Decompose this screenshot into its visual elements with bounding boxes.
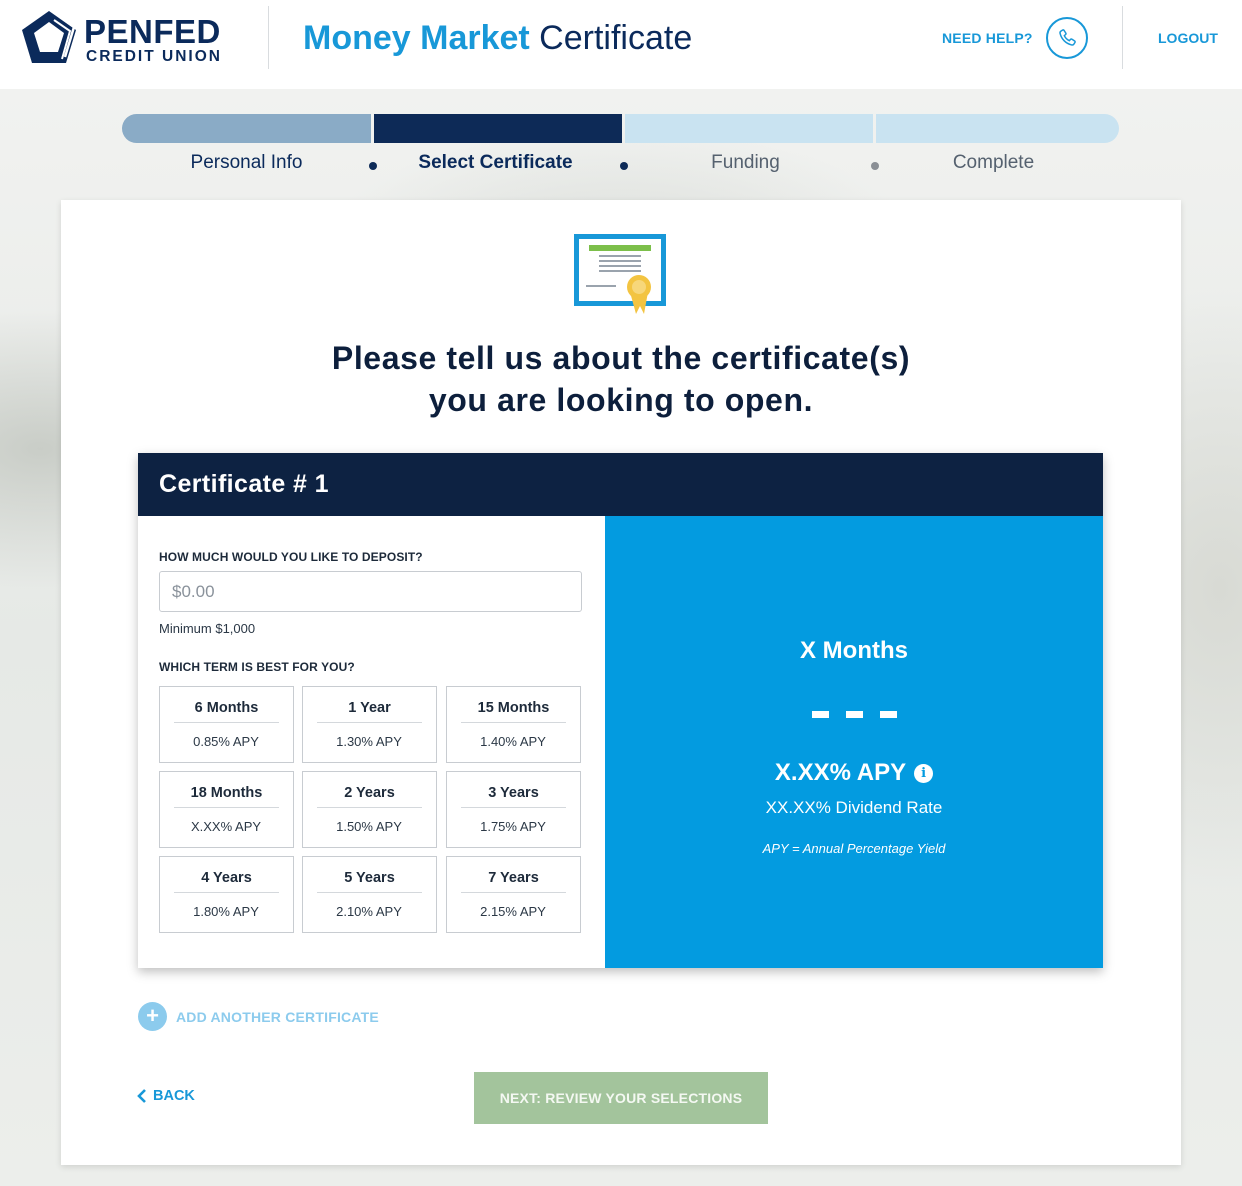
- term-apy: 1.80% APY: [193, 904, 259, 919]
- back-button[interactable]: BACK: [137, 1088, 195, 1104]
- term-name: 15 Months: [461, 700, 566, 723]
- apy-definition-note: APY = Annual Percentage Yield: [762, 841, 946, 856]
- header-divider: [268, 6, 269, 69]
- term-option-18-months[interactable]: 18 Months X.XX% APY: [159, 771, 294, 848]
- selection-summary: X Months X.XX% APY i XX.XX% Dividend Rat…: [605, 516, 1103, 968]
- term-name: 4 Years: [174, 870, 279, 893]
- term-name: 2 Years: [317, 785, 422, 808]
- term-apy: 0.85% APY: [193, 734, 259, 749]
- logo-subtitle: CREDIT UNION: [86, 48, 222, 65]
- minimum-deposit-note: Minimum $1,000: [159, 621, 256, 636]
- next-review-selections-button[interactable]: NEXT: REVIEW YOUR SELECTIONS: [474, 1072, 768, 1124]
- term-options-grid: 6 Months 0.85% APY 1 Year 1.30% APY 15 M…: [159, 686, 582, 934]
- step-funding: Funding: [711, 152, 780, 173]
- phone-button[interactable]: [1046, 17, 1088, 59]
- summary-dash: [880, 711, 897, 718]
- term-apy: 1.30% APY: [336, 734, 402, 749]
- term-label: WHICH TERM IS BEST FOR YOU?: [159, 660, 355, 674]
- term-option-6-months[interactable]: 6 Months 0.85% APY: [159, 686, 294, 763]
- term-option-2-years[interactable]: 2 Years 1.50% APY: [302, 771, 437, 848]
- summary-placeholder-dashes: [812, 711, 898, 719]
- info-icon[interactable]: i: [914, 763, 934, 783]
- term-apy: 1.75% APY: [480, 819, 546, 834]
- step-complete: Complete: [952, 152, 1035, 173]
- term-option-15-months[interactable]: 15 Months 1.40% APY: [446, 686, 581, 763]
- summary-dash: [812, 711, 829, 718]
- headline-line-1: Please tell us about the certificate(s): [331, 340, 911, 376]
- add-certificate-label: ADD ANOTHER CERTIFICATE: [176, 1008, 379, 1025]
- page-headline: Please tell us about the certificate(s) …: [200, 337, 1042, 421]
- need-help-link[interactable]: NEED HELP?: [942, 30, 1033, 46]
- progress-bar: [122, 114, 1119, 143]
- headline-line-2: you are looking to open.: [428, 382, 814, 418]
- certificate-panel: Certificate # 1 HOW MUCH WOULD YOU LIKE …: [138, 453, 1103, 968]
- summary-apy-row: X.XX% APY i: [605, 759, 1103, 787]
- term-name: 1 Year: [317, 700, 422, 723]
- term-apy: 2.15% APY: [480, 904, 546, 919]
- logout-link[interactable]: LOGOUT: [1158, 30, 1218, 46]
- term-option-7-years[interactable]: 7 Years 2.15% APY: [446, 856, 581, 933]
- add-certificate-button[interactable]: + ADD ANOTHER CERTIFICATE: [138, 1002, 379, 1031]
- summary-term: X Months: [800, 637, 908, 664]
- summary-apy: X.XX% APY: [774, 759, 907, 786]
- plus-icon: +: [138, 1002, 167, 1031]
- progress-segment-personal-info: [122, 114, 371, 143]
- site-header: PENFED CREDIT UNION Money Market Certifi…: [0, 0, 1242, 89]
- pentagon-logo-icon: [22, 11, 78, 63]
- term-apy: X.XX% APY: [190, 819, 262, 834]
- term-name: 7 Years: [461, 870, 566, 893]
- term-option-3-years[interactable]: 3 Years 1.75% APY: [446, 771, 581, 848]
- deposit-label: HOW MUCH WOULD YOU LIKE TO DEPOSIT?: [159, 550, 423, 564]
- summary-dash: [846, 711, 863, 718]
- header-divider: [1122, 6, 1123, 69]
- term-name: 3 Years: [461, 785, 566, 808]
- term-name: 6 Months: [174, 700, 279, 723]
- summary-dividend-rate: XX.XX% Dividend Rate: [765, 798, 943, 817]
- penfed-logo[interactable]: PENFED CREDIT UNION: [20, 9, 240, 67]
- page-title: Money Market Certificate: [303, 18, 692, 58]
- term-option-4-years[interactable]: 4 Years 1.80% APY: [159, 856, 294, 933]
- back-label: BACK: [153, 1088, 195, 1104]
- certificate-header: Certificate # 1: [138, 453, 1103, 516]
- certificate-icon: [574, 234, 666, 314]
- term-option-1-year[interactable]: 1 Year 1.30% APY: [302, 686, 437, 763]
- progress-segment-select-certificate: [374, 114, 622, 143]
- term-name: 18 Months: [174, 785, 279, 808]
- step-select-certificate: Select Certificate: [418, 152, 573, 173]
- term-option-5-years[interactable]: 5 Years 2.10% APY: [302, 856, 437, 933]
- term-apy: 1.50% APY: [336, 819, 402, 834]
- step-personal-info[interactable]: Personal Info: [122, 152, 371, 174]
- page-title-rest: Certificate: [529, 19, 693, 57]
- certificate-form: HOW MUCH WOULD YOU LIKE TO DEPOSIT? Mini…: [138, 516, 605, 968]
- term-apy: 1.40% APY: [480, 734, 546, 749]
- logo-name: PENFED: [84, 13, 221, 50]
- term-apy: 2.10% APY: [336, 904, 402, 919]
- progress-segment-funding: [625, 114, 873, 143]
- deposit-amount-input[interactable]: [159, 571, 582, 612]
- term-name: 5 Years: [317, 870, 422, 893]
- progress-segment-complete: [876, 114, 1119, 143]
- certificate-title: Certificate # 1: [159, 470, 329, 498]
- chevron-left-icon: [137, 1089, 146, 1103]
- page-title-accent: Money Market: [303, 19, 530, 57]
- phone-icon: [1059, 29, 1076, 46]
